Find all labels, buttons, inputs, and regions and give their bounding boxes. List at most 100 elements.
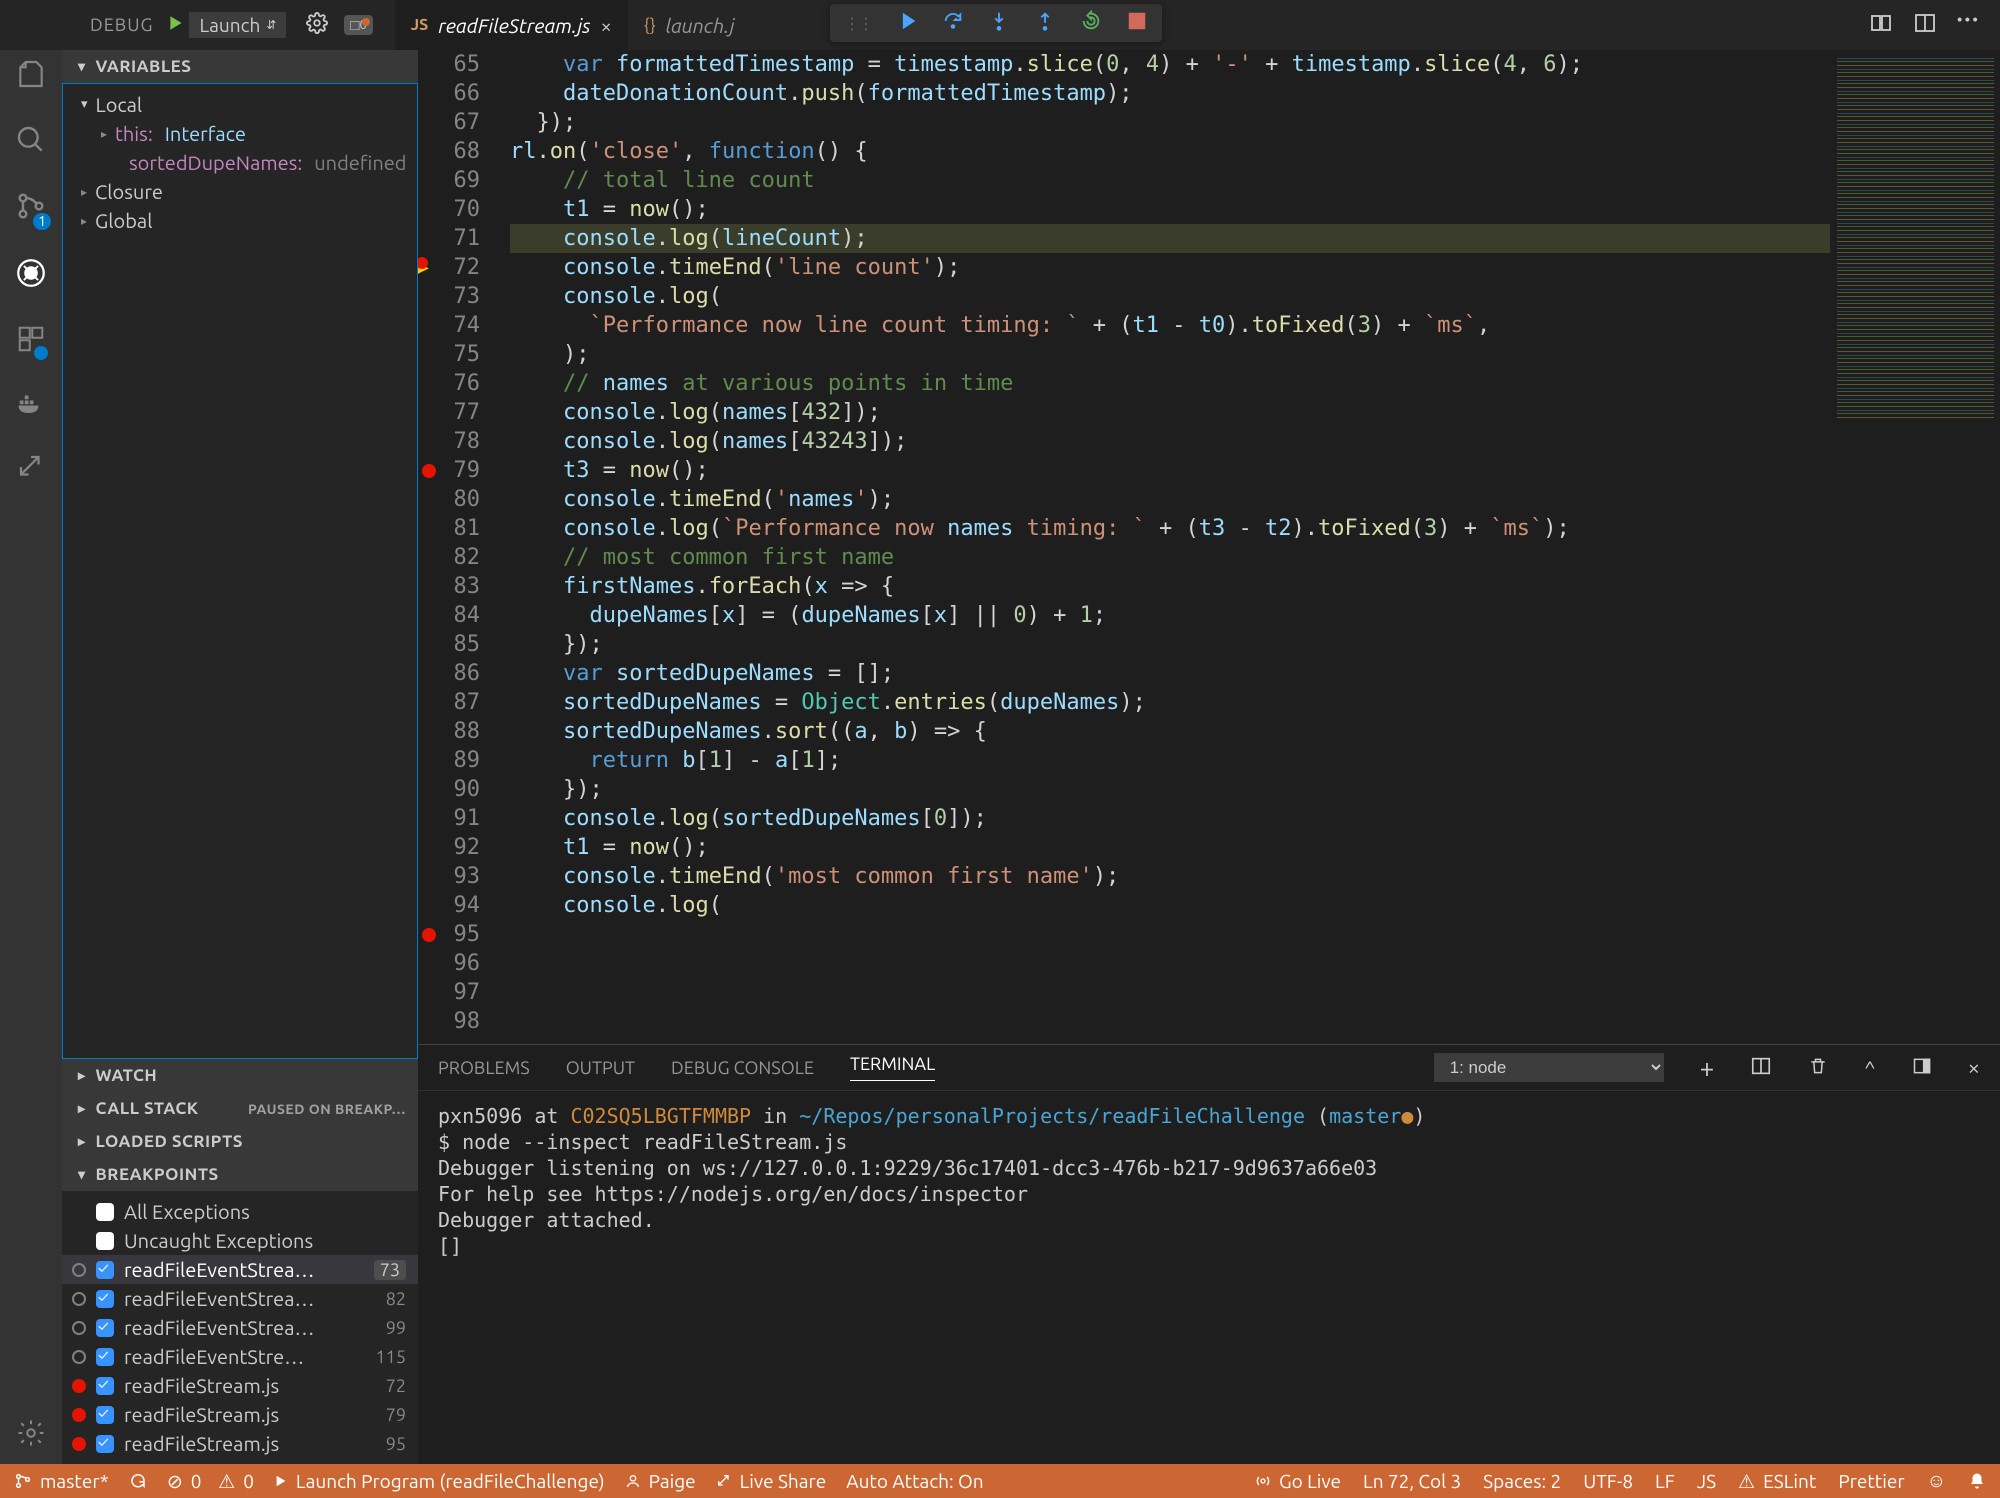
kill-terminal-icon[interactable] <box>1808 1056 1828 1080</box>
move-panel-icon[interactable] <box>1912 1056 1932 1080</box>
scm-icon[interactable]: 1 <box>15 190 47 226</box>
update-badge-icon <box>34 346 48 360</box>
status-lang[interactable]: JS <box>1697 1470 1716 1492</box>
watch-header[interactable]: ▸WATCH <box>62 1059 418 1092</box>
status-golive[interactable]: Go Live <box>1255 1470 1341 1492</box>
launch-config-select[interactable]: Launch ⇵ <box>189 12 286 38</box>
status-autoattach[interactable]: Auto Attach: On <box>846 1470 983 1492</box>
terminal-content[interactable]: pxn5096 at C02SQ5LBGTFMMBP in ~/Repos/pe… <box>418 1091 2000 1464</box>
tab-problems[interactable]: PROBLEMS <box>438 1058 530 1078</box>
breakpoint-verified-icon <box>72 1408 86 1422</box>
checkbox[interactable] <box>96 1261 114 1279</box>
breakpoint-row[interactable]: readFileStream.js72 <box>62 1371 418 1400</box>
chevron-right-icon: ▸ <box>78 1100 86 1117</box>
more-icon[interactable]: ••• <box>1957 11 1980 39</box>
checkbox[interactable] <box>96 1348 114 1366</box>
checkbox[interactable] <box>96 1319 114 1337</box>
close-icon[interactable]: × <box>601 14 612 37</box>
checkbox[interactable] <box>96 1377 114 1395</box>
stop-icon[interactable] <box>1126 10 1148 36</box>
checkbox[interactable] <box>96 1406 114 1424</box>
minimap[interactable] <box>1830 50 2000 1044</box>
chevron-down-icon: ▾ <box>81 97 88 112</box>
debug-icon[interactable] <box>14 256 48 294</box>
callstack-header[interactable]: ▸CALL STACKPAUSED ON BREAKP… <box>62 1092 418 1125</box>
scope-global[interactable]: ▸Global <box>63 206 417 235</box>
tab-terminal[interactable]: TERMINAL <box>850 1054 935 1081</box>
status-user[interactable]: Paige <box>625 1470 696 1492</box>
status-liveshare[interactable]: Live Share <box>716 1470 827 1492</box>
liveshare-icon[interactable] <box>16 452 46 486</box>
checkbox[interactable] <box>96 1290 114 1308</box>
bp-all-exceptions[interactable]: All Exceptions <box>62 1197 418 1226</box>
tab-launch-json[interactable]: {} launch.j <box>628 0 751 50</box>
terminal-shell-select[interactable]: 1: node <box>1434 1053 1664 1082</box>
new-terminal-icon[interactable]: + <box>1700 1053 1715 1082</box>
gear-icon[interactable] <box>306 12 328 38</box>
status-prettier[interactable]: Prettier <box>1838 1470 1904 1492</box>
scope-closure[interactable]: ▸Closure <box>63 177 417 206</box>
explorer-icon[interactable] <box>15 58 47 94</box>
checkbox[interactable] <box>96 1232 114 1250</box>
loaded-scripts-header[interactable]: ▸LOADED SCRIPTS <box>62 1125 418 1158</box>
step-into-icon[interactable] <box>988 10 1010 36</box>
tab-output[interactable]: OUTPUT <box>566 1058 635 1078</box>
maximize-panel-icon[interactable]: ^ <box>1864 1056 1875 1079</box>
panel-tabs: PROBLEMS OUTPUT DEBUG CONSOLE TERMINAL 1… <box>418 1045 2000 1091</box>
step-out-icon[interactable] <box>1034 10 1056 36</box>
settings-icon[interactable] <box>16 1418 46 1452</box>
scope-local[interactable]: ▾Local <box>63 90 417 119</box>
status-encoding[interactable]: UTF-8 <box>1583 1470 1633 1492</box>
docker-icon[interactable] <box>16 388 46 422</box>
chevron-updown-icon: ⇵ <box>266 18 276 32</box>
status-position[interactable]: Ln 72, Col 3 <box>1363 1470 1461 1492</box>
compare-changes-icon[interactable] <box>1869 11 1893 39</box>
search-icon[interactable] <box>15 124 47 160</box>
variables-header[interactable]: ▾VARIABLES <box>62 50 418 83</box>
breakpoint-row[interactable]: readFileEventStre…115 <box>62 1342 418 1371</box>
start-debug-icon[interactable] <box>167 14 185 36</box>
main-area: 1 ▾VARIABLES ▾Local ▸this: Interface sor… <box>0 50 2000 1464</box>
status-eol[interactable]: LF <box>1655 1470 1675 1492</box>
breakpoint-gutter[interactable]: ▶ <box>418 50 436 1044</box>
breakpoints-header[interactable]: ▾BREAKPOINTS <box>62 1158 418 1191</box>
split-editor-icon[interactable] <box>1913 11 1937 39</box>
split-terminal-icon[interactable] <box>1750 1055 1772 1081</box>
breakpoint-row[interactable]: readFileStream.js95 <box>62 1429 418 1458</box>
debug-controls-toolbar[interactable]: ⋮⋮ <box>830 4 1162 42</box>
var-sorteddupenames[interactable]: sortedDupeNames: undefined <box>63 148 417 177</box>
checkbox[interactable] <box>96 1203 114 1221</box>
status-launch[interactable]: Launch Program (readFileChallenge) <box>274 1470 605 1492</box>
titlebar-actions: ••• <box>1869 11 2000 39</box>
variables-body: ▾Local ▸this: Interface sortedDupeNames:… <box>62 83 418 1059</box>
bp-uncaught-exceptions[interactable]: Uncaught Exceptions <box>62 1226 418 1255</box>
breakpoint-badge[interactable]: □0 <box>344 15 372 35</box>
var-this[interactable]: ▸this: Interface <box>63 119 417 148</box>
checkbox[interactable] <box>96 1435 114 1453</box>
continue-icon[interactable] <box>896 10 918 36</box>
tab-readfilestream[interactable]: JS readFileStream.js × <box>395 0 628 50</box>
breakpoint-row[interactable]: readFileEventStrea…73 <box>62 1255 418 1284</box>
chevron-right-icon: ▸ <box>81 214 87 228</box>
breakpoint-unverified-icon <box>72 1321 86 1335</box>
code-editor[interactable]: ▶ 65666768697071727374757677787980818283… <box>418 50 2000 1044</box>
breakpoint-row[interactable]: readFileEventStrea…82 <box>62 1284 418 1313</box>
status-branch[interactable]: master* <box>14 1470 109 1492</box>
drag-grip-icon[interactable]: ⋮⋮ <box>844 14 872 33</box>
step-over-icon[interactable] <box>942 10 964 36</box>
status-eslint[interactable]: ⚠ ESLint <box>1738 1470 1816 1493</box>
status-errors[interactable]: ⊘ 0 ⚠ 0 <box>167 1470 254 1493</box>
breakpoint-row[interactable]: readFileEventStrea…99 <box>62 1313 418 1342</box>
status-feedback-icon[interactable]: ☺ <box>1927 1469 1946 1493</box>
status-bell-icon[interactable] <box>1968 1472 1986 1490</box>
extensions-icon[interactable] <box>16 324 46 358</box>
status-spaces[interactable]: Spaces: 2 <box>1483 1470 1561 1492</box>
breakpoint-row[interactable]: readFileStream.js79 <box>62 1400 418 1429</box>
close-panel-icon[interactable]: × <box>1968 1055 1980 1080</box>
tab-debug-console[interactable]: DEBUG CONSOLE <box>671 1058 814 1078</box>
code-content[interactable]: var formattedTimestamp = timestamp.slice… <box>496 50 1830 1044</box>
chevron-right-icon: ▸ <box>101 127 107 141</box>
status-sync[interactable] <box>129 1472 147 1490</box>
restart-icon[interactable] <box>1080 10 1102 36</box>
breakpoint-unverified-icon <box>72 1263 86 1277</box>
